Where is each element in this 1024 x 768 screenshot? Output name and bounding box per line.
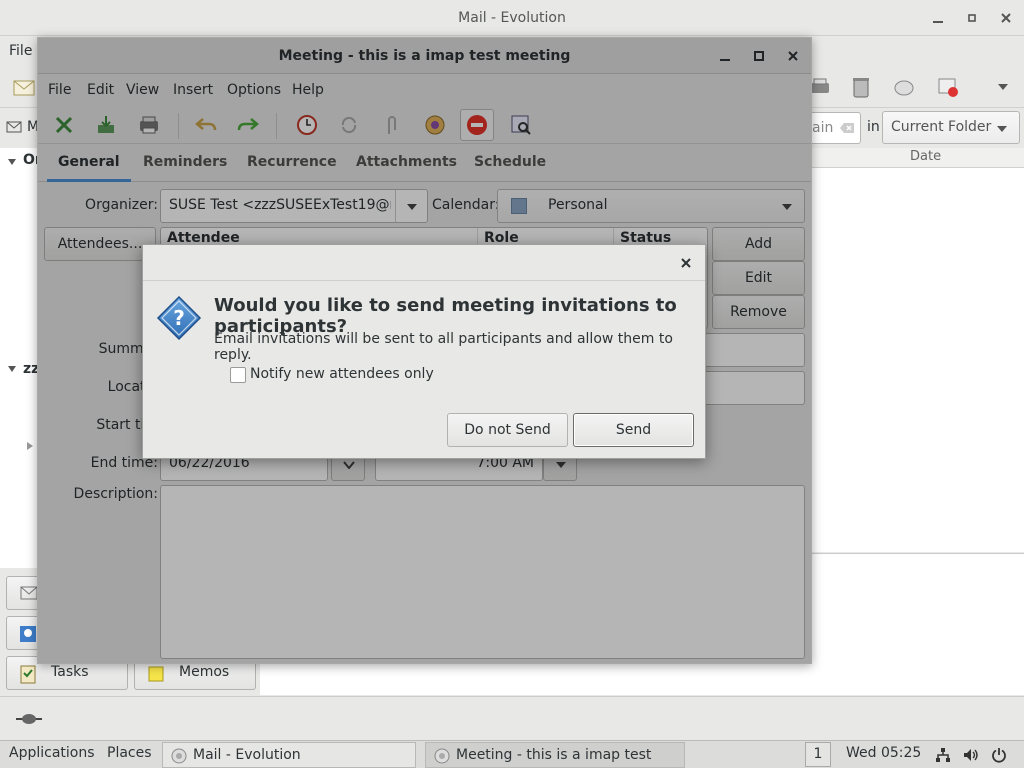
switcher-memos-label: Memos (179, 664, 230, 680)
close-icon[interactable] (993, 5, 1019, 31)
notify-new-attendees-label[interactable]: Notify new attendees only (250, 366, 434, 382)
close-icon[interactable] (676, 253, 696, 273)
task-meeting[interactable]: Meeting - this is a imap test meeting (425, 742, 685, 768)
column-header-date[interactable]: Date (910, 149, 941, 164)
toolbar-overflow-chevron-down-icon[interactable] (992, 75, 1014, 99)
not-junk-icon[interactable] (936, 75, 960, 99)
svg-text:?: ? (173, 306, 185, 330)
main-statusbar (0, 696, 1024, 740)
contacts-icon (17, 623, 39, 645)
clear-search-icon[interactable] (839, 121, 855, 135)
search-input-text: ain (812, 120, 834, 136)
search-scope-label: in (867, 119, 880, 135)
power-icon[interactable] (990, 746, 1008, 764)
search-scope-select[interactable]: Current Folder (882, 111, 1020, 144)
task-meeting-label: Meeting - this is a imap test meeting (456, 747, 652, 763)
evolution-icon (169, 746, 189, 764)
dialog-body-text: Email invitations will be sent to all pa… (214, 331, 673, 363)
chevron-down-icon (995, 124, 1009, 134)
task-mail-evolution[interactable]: Mail - Evolution (162, 742, 416, 768)
applications-menu[interactable]: Applications (9, 745, 95, 761)
send-invitations-dialog: ? Would you like to send meeting invitat… (142, 244, 706, 459)
switcher-tasks-label: Tasks (51, 664, 89, 680)
do-not-send-button[interactable]: Do not Send (447, 413, 568, 447)
expander-icon[interactable] (6, 156, 18, 168)
clock[interactable]: Wed 05:25 (846, 745, 921, 761)
notify-new-attendees-checkbox[interactable] (230, 367, 246, 383)
memos-icon (145, 663, 167, 685)
mail-icon (19, 585, 39, 601)
volume-icon[interactable] (962, 746, 980, 764)
main-menu-file[interactable]: File (9, 43, 32, 59)
expander-icon[interactable] (6, 363, 18, 375)
dialog-titlebar (143, 245, 705, 281)
delete-icon[interactable] (849, 75, 873, 99)
task-mail-label: Mail - Evolution (193, 747, 301, 763)
workspace-switcher[interactable]: 1 (805, 742, 831, 767)
main-window-title: Mail - Evolution (458, 10, 566, 26)
network-icon[interactable] (934, 746, 952, 764)
places-menu[interactable]: Places (107, 745, 152, 761)
question-icon: ? (156, 295, 202, 341)
main-window-titlebar: Mail - Evolution (0, 0, 1024, 36)
mail-icon (6, 119, 22, 135)
search-scope-value: Current Folder (891, 119, 992, 135)
tasks-icon (17, 663, 39, 685)
send-button[interactable]: Send (573, 413, 694, 447)
online-status-icon[interactable] (15, 711, 43, 727)
evolution-icon (432, 746, 452, 764)
junk-icon[interactable] (892, 75, 916, 99)
collapsed-expander-icon[interactable] (24, 440, 36, 452)
message-list-header: Date (812, 148, 1024, 168)
minimize-icon[interactable] (925, 5, 951, 31)
maximize-icon[interactable] (959, 5, 985, 31)
new-mail-icon[interactable] (12, 75, 36, 99)
desktop-taskbar: Applications Places Mail - Evolution Mee… (0, 740, 1024, 768)
